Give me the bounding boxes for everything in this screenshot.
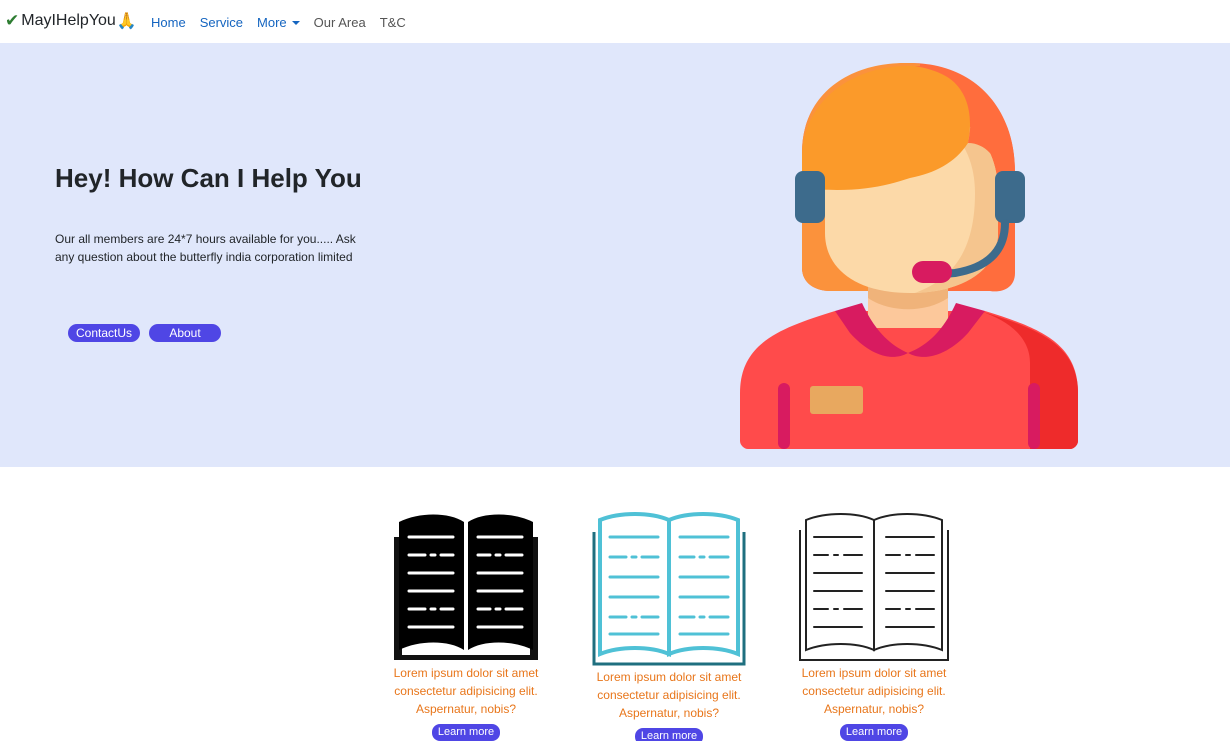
card-3: Lorem ipsum dolor sit amet consectetur a… xyxy=(789,512,959,741)
praying-hands-icon: 🙏 xyxy=(116,13,137,30)
book-icon xyxy=(394,514,538,660)
about-button[interactable]: About xyxy=(149,324,221,342)
brand-logo[interactable]: ✔ MayIHelpYou 🙏 xyxy=(5,11,137,31)
hero-section: Hey! How Can I Help You Our all members … xyxy=(0,43,1230,467)
nav-links: Home Service More Our Area T&C xyxy=(151,15,420,30)
book-icon xyxy=(592,512,746,666)
nav-our-area[interactable]: Our Area xyxy=(314,15,366,30)
hero-title: Hey! How Can I Help You xyxy=(55,163,362,193)
nav-more-dropdown[interactable]: More xyxy=(257,15,300,30)
card-text: Lorem ipsum dolor sit amet consectetur a… xyxy=(801,666,947,716)
nav-home[interactable]: Home xyxy=(151,15,186,30)
brand-name: MayIHelpYou xyxy=(21,12,116,29)
card-1: Lorem ipsum dolor sit amet consectetur a… xyxy=(381,512,551,741)
learn-more-button[interactable]: Learn more xyxy=(634,728,704,741)
card-text: Lorem ipsum dolor sit amet consectetur a… xyxy=(393,666,539,716)
support-agent-illustration xyxy=(740,63,1078,449)
contact-us-button[interactable]: ContactUs xyxy=(68,324,140,342)
caret-down-icon xyxy=(291,21,300,25)
nav-more-label: More xyxy=(257,15,287,30)
card-2: Lorem ipsum dolor sit amet consectetur a… xyxy=(584,512,754,741)
learn-more-button[interactable]: Learn more xyxy=(839,724,909,741)
hero-description: Our all members are 24*7 hours available… xyxy=(55,232,356,264)
nav-service[interactable]: Service xyxy=(200,15,243,30)
cards-section: Lorem ipsum dolor sit amet consectetur a… xyxy=(0,467,1230,741)
checkmark-icon: ✔ xyxy=(5,11,20,30)
navbar: ✔ MayIHelpYou 🙏 Home Service More Our Ar… xyxy=(0,0,1230,43)
nav-tc[interactable]: T&C xyxy=(380,15,406,30)
learn-more-button[interactable]: Learn more xyxy=(431,724,501,741)
card-text: Lorem ipsum dolor sit amet consectetur a… xyxy=(596,670,742,720)
book-icon xyxy=(799,513,949,661)
